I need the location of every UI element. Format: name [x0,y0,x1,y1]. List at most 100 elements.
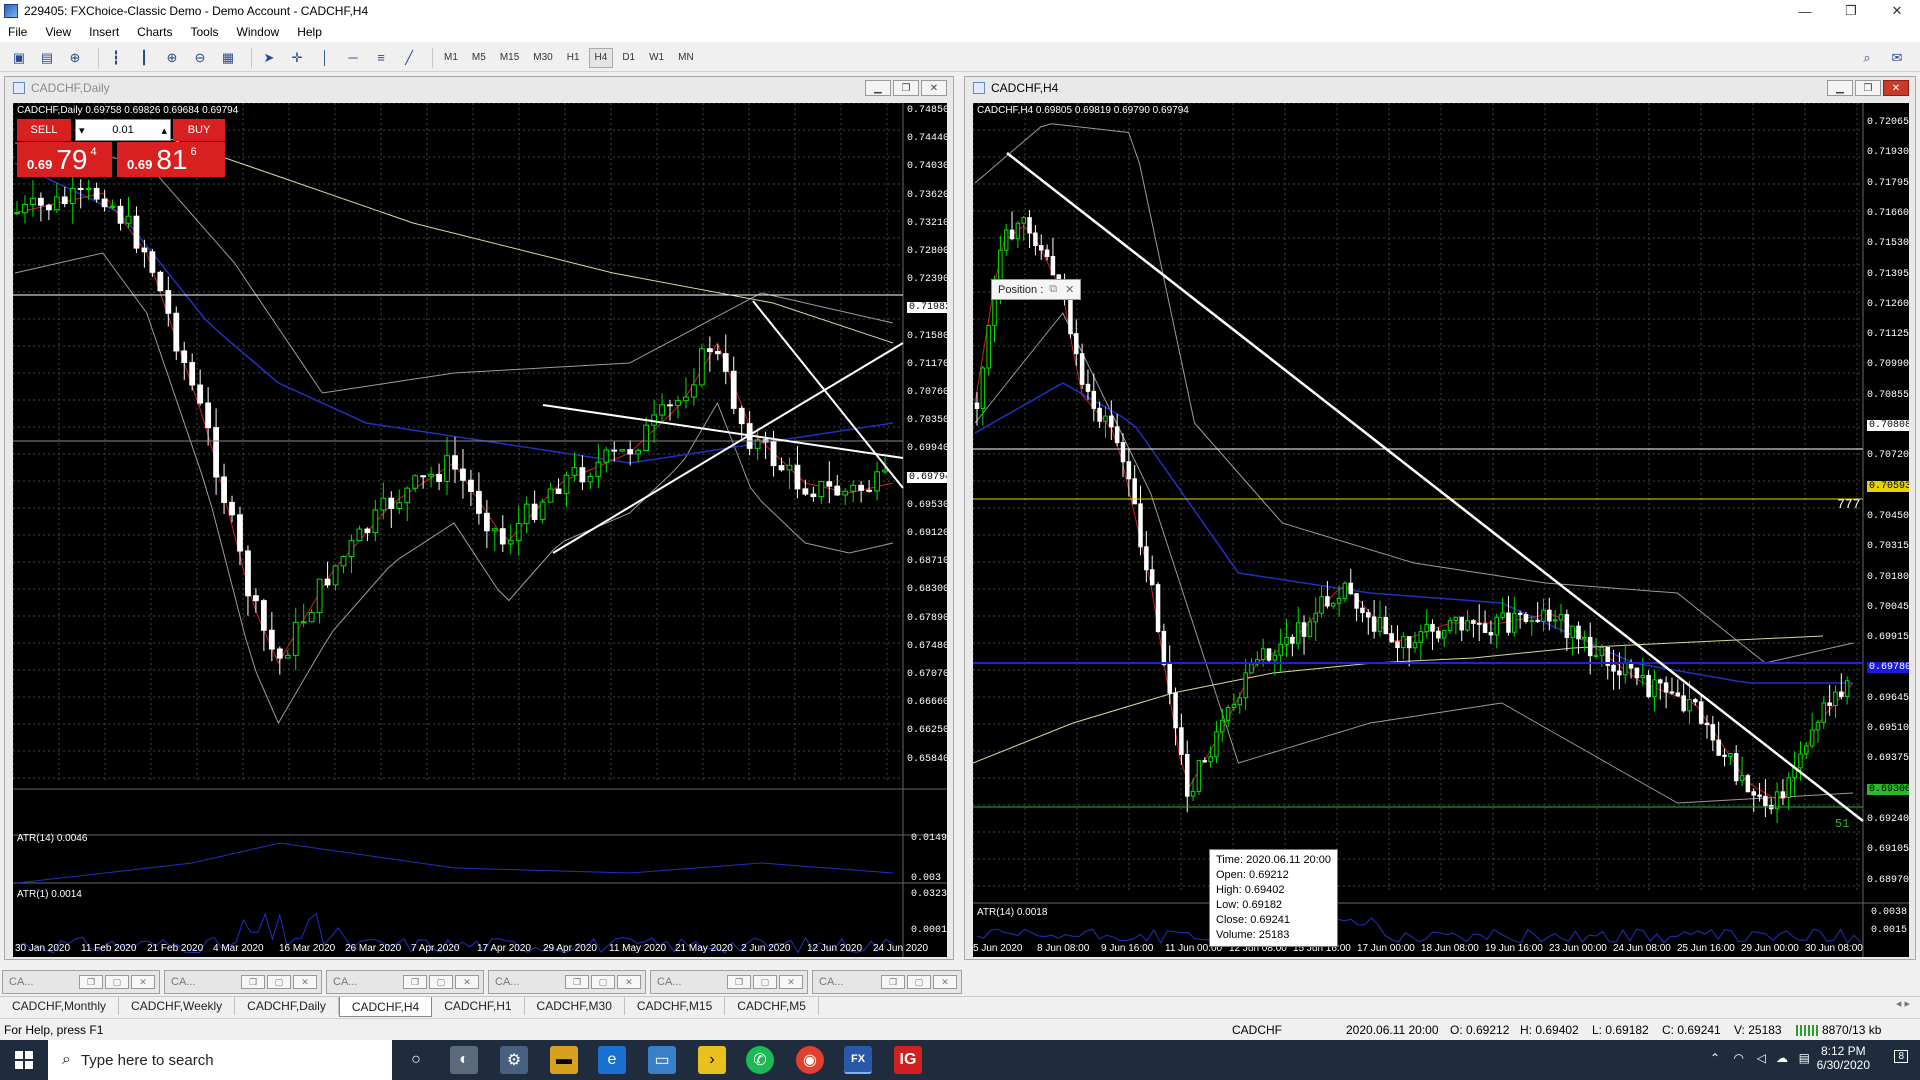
task-view-icon[interactable]: ○ [402,1046,430,1074]
tab-scroll-arrows[interactable]: ◂ ▸ [1896,997,1920,1010]
wifi-icon[interactable]: ◠ [1734,1051,1744,1065]
menu-view[interactable]: View [45,25,71,39]
tab-monthly[interactable]: CADCHF,Monthly [0,997,120,1015]
new-chart-icon[interactable]: ▣ [8,47,30,69]
minimized-window-5[interactable]: CA... ❐ ▢ ✕ [650,970,808,994]
tf-w1[interactable]: W1 [644,48,669,68]
tab-daily[interactable]: CADCHF,Daily [235,997,339,1015]
people-app-icon[interactable]: ◐ [450,1046,478,1074]
tf-d1[interactable]: D1 [617,48,640,68]
lot-size-input[interactable]: ▾ 0.01 ▴ [75,119,171,141]
restore-icon[interactable]: ❐ [79,975,103,989]
edge-browser-icon[interactable]: e [598,1046,626,1074]
menu-tools[interactable]: Tools [191,25,219,39]
trendline-icon[interactable]: ╱ [398,47,420,69]
close-button[interactable]: ✕ [1874,0,1920,22]
chrome-icon[interactable]: ◉ [796,1046,824,1074]
keyboard-icon[interactable]: ▤ [1799,1051,1810,1065]
minimized-window-4[interactable]: CA... ❐ ▢ ✕ [488,970,646,994]
channel-icon[interactable]: ≡ [370,47,392,69]
close-icon[interactable]: ✕ [617,975,641,989]
close-icon[interactable]: ✕ [933,975,957,989]
restore-icon[interactable]: ❐ [727,975,751,989]
file-explorer-icon[interactable]: ▬ [550,1046,578,1074]
popup-close-icon[interactable]: ✕ [1065,283,1074,296]
maximize-icon[interactable]: ▢ [429,975,453,989]
lot-down-icon[interactable]: ▾ [79,124,85,137]
buy-price[interactable]: 0.69 81 6 [117,142,225,177]
minimized-window-2[interactable]: CA... ❐ ▢ ✕ [164,970,322,994]
tf-m1[interactable]: M1 [439,48,463,68]
tile-windows-icon[interactable]: ▦ [217,47,239,69]
clock[interactable]: 8:12 PM 6/30/2020 [1817,1044,1870,1072]
h4-minimize-button[interactable]: ▁ [1827,80,1853,96]
h4-close-button[interactable]: ✕ [1883,80,1909,96]
restore-icon[interactable]: ❐ [241,975,265,989]
tf-m5[interactable]: M5 [467,48,491,68]
fxchoice-app-icon[interactable]: FX [844,1046,872,1074]
search-icon[interactable]: ⌕ [1856,47,1878,69]
menu-charts[interactable]: Charts [137,25,172,39]
maximize-icon[interactable]: ▢ [105,975,129,989]
chat-icon[interactable]: ✉ [1886,47,1908,69]
crosshair-target-icon[interactable]: ⊕ [64,47,86,69]
tray-expand-icon[interactable]: ⌃ [1710,1051,1720,1065]
maximize-icon[interactable]: ▢ [591,975,615,989]
minimized-window-6[interactable]: CA... ❐ ▢ ✕ [812,970,962,994]
notification-icon[interactable]: 8 [1894,1050,1908,1063]
menu-window[interactable]: Window [237,25,280,39]
zoom-out-icon[interactable]: ⊖ [189,47,211,69]
vertical-line-icon[interactable]: │ [314,47,336,69]
close-icon[interactable]: ✕ [293,975,317,989]
tab-m5[interactable]: CADCHF,M5 [725,997,819,1015]
tf-h1[interactable]: H1 [562,48,585,68]
onedrive-icon[interactable]: ☁ [1776,1051,1788,1065]
tf-h4[interactable]: H4 [588,47,614,68]
menu-insert[interactable]: Insert [89,25,119,39]
daily-close-button[interactable]: ✕ [921,80,947,96]
sticky-app-icon[interactable]: › [698,1046,726,1074]
popup-restore-icon[interactable]: ⧉ [1049,283,1057,296]
close-icon[interactable]: ✕ [131,975,155,989]
maximize-icon[interactable]: ▢ [267,975,291,989]
zoom-in-icon[interactable]: ⊕ [161,47,183,69]
tab-h4[interactable]: CADCHF,H4 [338,997,433,1017]
whatsapp-icon[interactable]: ✆ [746,1046,774,1074]
tab-m15[interactable]: CADCHF,M15 [625,997,726,1015]
daily-chart-area[interactable]: CADCHF,Daily 0.69758 0.69826 0.69684 0.6… [13,103,947,957]
remote-desktop-icon[interactable]: ▭ [648,1046,676,1074]
position-popup[interactable]: Position : ⧉ ✕ [991,279,1082,300]
sell-button[interactable]: SELL [17,119,71,141]
menu-help[interactable]: Help [297,25,322,39]
sell-price[interactable]: 0.69 79 4 [17,142,112,177]
tf-m15[interactable]: M15 [495,48,524,68]
maximize-icon[interactable]: ▢ [907,975,931,989]
h4-chart-area[interactable]: CADCHF,H4 0.69805 0.69819 0.69790 0.6979… [973,103,1909,957]
tf-mn[interactable]: MN [673,48,699,68]
volume-icon[interactable]: ◁ [1757,1051,1766,1065]
minimized-window-1[interactable]: CA... ❐ ▢ ✕ [2,970,160,994]
candles-icon[interactable]: ┃ [133,47,155,69]
horizontal-line-icon[interactable]: ─ [342,47,364,69]
profiles-icon[interactable]: ▤ [36,47,58,69]
lot-up-icon[interactable]: ▴ [161,124,167,137]
restore-icon[interactable]: ❐ [565,975,589,989]
restore-icon[interactable]: ❐ [881,975,905,989]
tf-m30[interactable]: M30 [528,48,557,68]
start-button[interactable] [0,1040,48,1080]
bar-chart-icon[interactable]: ┇ [105,47,127,69]
close-icon[interactable]: ✕ [779,975,803,989]
close-icon[interactable]: ✕ [455,975,479,989]
daily-restore-button[interactable]: ❐ [893,80,919,96]
tab-weekly[interactable]: CADCHF,Weekly [119,997,236,1015]
settings-app-icon[interactable]: ⚙ [500,1046,528,1074]
maximize-button[interactable]: ❐ [1828,0,1874,22]
ig-app-icon[interactable]: IG [894,1046,922,1074]
minimize-button[interactable]: — [1782,0,1828,22]
daily-minimize-button[interactable]: ▁ [865,80,891,96]
h4-restore-button[interactable]: ❐ [1855,80,1881,96]
maximize-icon[interactable]: ▢ [753,975,777,989]
cursor-icon[interactable]: ➤ [258,47,280,69]
restore-icon[interactable]: ❐ [403,975,427,989]
buy-button[interactable]: BUY [173,119,225,141]
